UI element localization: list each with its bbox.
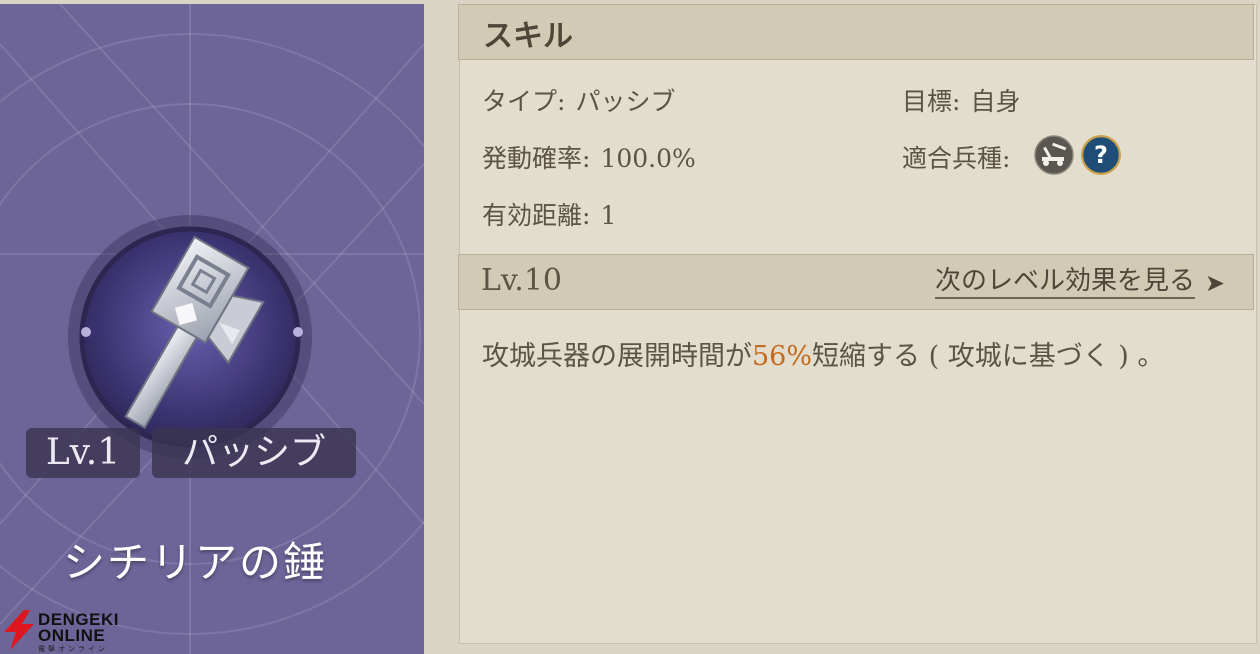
type-row: タイプ: パッシブ: [482, 82, 675, 118]
next-level-link[interactable]: 次のレベル効果を見る: [934, 265, 1195, 299]
range-row: 有効距離: 1: [482, 196, 616, 232]
question-icon[interactable]: ?: [1081, 135, 1121, 175]
effect-suffix: 短縮する ( 攻城に基づく ) 。: [812, 341, 1165, 372]
skill-card: Lv.1 パッシブ シチリアの錘: [0, 4, 424, 654]
skill-type-tag: パッシブ: [152, 428, 356, 478]
type-value: パッシブ: [575, 87, 676, 116]
skill-effect-text: 攻城兵器の展開時間が56%短縮する ( 攻城に基づく ) 。: [482, 334, 1164, 373]
siege-unit-icon[interactable]: [1034, 135, 1074, 175]
range-label: 有効距離:: [482, 201, 591, 230]
type-label: タイプ:: [482, 87, 566, 116]
svg-text:?: ?: [1094, 141, 1108, 169]
range-value: 1: [600, 201, 617, 230]
skill-name: シチリアの錘: [62, 538, 327, 587]
dengeki-online-logo: DENGEKI ONLINE 電撃オンライン: [0, 606, 130, 653]
activation-row: 発動確率: 100.0%: [482, 139, 696, 175]
skill-header-bar: スキル: [458, 4, 1254, 60]
target-row: 目標: 自身: [902, 82, 1020, 118]
panel-title: スキル: [483, 19, 573, 54]
effect-prefix: 攻城兵器の展開時間が: [482, 341, 752, 372]
watermark-line3: 電撃オンライン: [38, 646, 108, 653]
effect-highlight-value: 56%: [752, 341, 813, 372]
lightning-bolt-icon: [4, 610, 34, 650]
skill-level-tag: Lv.1: [26, 428, 140, 478]
activation-label: 発動確率:: [482, 144, 591, 173]
watermark-line2: ONLINE: [38, 626, 106, 645]
troop-label: 適合兵種:: [902, 144, 1011, 173]
activation-value: 100.0%: [600, 144, 696, 173]
current-level-label: Lv.10: [481, 263, 563, 298]
chevron-right-icon[interactable]: ➤: [1205, 269, 1225, 297]
level-bar: Lv.10 次のレベル効果を見る ➤: [458, 254, 1254, 310]
hammer-icon: [68, 215, 312, 459]
target-label: 目標:: [902, 87, 961, 116]
troop-row: 適合兵種:: [902, 139, 1010, 175]
target-value: 自身: [970, 87, 1021, 116]
